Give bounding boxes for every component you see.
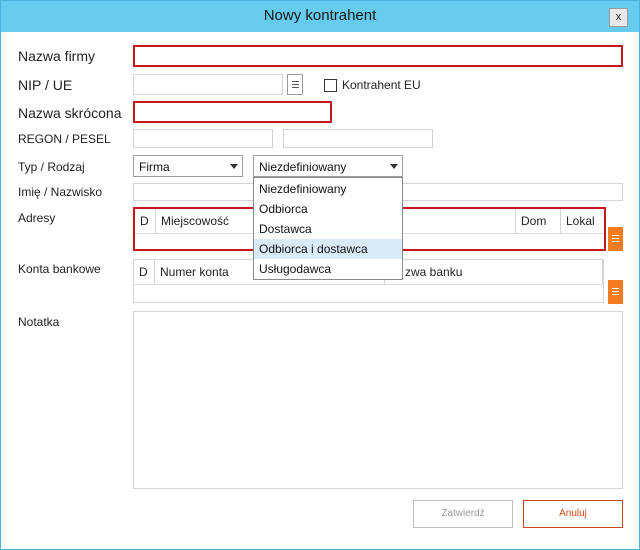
regon-label: REGON / PESEL xyxy=(18,132,111,146)
close-icon: x xyxy=(615,11,622,23)
bank-col-bank: zwa banku xyxy=(405,265,463,279)
nip-list-button[interactable] xyxy=(287,74,303,95)
addresses-list-button[interactable] xyxy=(608,227,623,251)
bank-accounts-list-button[interactable] xyxy=(608,280,623,304)
eu-contractor-checkbox[interactable] xyxy=(324,79,337,92)
chevron-down-icon xyxy=(230,164,238,169)
chevron-down-icon xyxy=(390,164,398,169)
title-bar: Nowy kontrahent x xyxy=(1,1,639,32)
kind-select[interactable]: Niezdefiniowany xyxy=(253,155,403,177)
kind-option-undefined[interactable]: Niezdefiniowany xyxy=(254,179,402,199)
nip-input[interactable] xyxy=(133,74,283,95)
type-select[interactable]: Firma xyxy=(133,155,243,177)
pesel-input[interactable] xyxy=(283,129,433,148)
window-title: Nowy kontrahent xyxy=(263,7,377,24)
addresses-col-apt: Lokal xyxy=(566,214,595,228)
kind-select-value: Niezdefiniowany xyxy=(259,160,347,174)
dialog-window: Nowy kontrahent x Nazwa firmy NIP / UE K… xyxy=(0,0,640,550)
company-name-input[interactable] xyxy=(133,45,623,67)
nip-label: NIP / UE xyxy=(18,77,73,93)
type-select-value: Firma xyxy=(139,160,170,174)
addresses-label: Adresy xyxy=(18,211,56,225)
notes-textarea[interactable] xyxy=(133,311,623,489)
kind-option-recipient-and-supplier[interactable]: Odbiorca i dostawca xyxy=(254,239,402,259)
regon-input[interactable] xyxy=(133,129,273,148)
addresses-col-house: Dom xyxy=(521,214,547,228)
cancel-button[interactable]: Anuluj xyxy=(523,500,623,528)
eu-contractor-label: Kontrahent EU xyxy=(342,78,421,92)
short-name-label: Nazwa skrócona xyxy=(18,105,122,121)
bank-col-d: D xyxy=(139,265,148,279)
confirm-button[interactable]: Zatwierdź xyxy=(413,500,513,528)
close-button[interactable]: x xyxy=(609,8,628,27)
bank-col-account: Numer konta xyxy=(160,265,229,279)
bank-accounts-label: Konta bankowe xyxy=(18,262,101,276)
kind-option-supplier[interactable]: Dostawca xyxy=(254,219,402,239)
name-label: Imię / Nazwisko xyxy=(18,185,103,199)
kind-option-recipient[interactable]: Odbiorca xyxy=(254,199,402,219)
company-name-label: Nazwa firmy xyxy=(18,48,96,64)
kind-dropdown-list[interactable]: Niezdefiniowany Odbiorca Dostawca Odbior… xyxy=(253,177,403,280)
type-label: Typ / Rodzaj xyxy=(18,160,85,174)
notes-label: Notatka xyxy=(18,315,60,329)
kind-option-service-provider[interactable]: Usługodawca xyxy=(254,259,402,279)
addresses-col-city: Miejscowość xyxy=(161,214,230,228)
short-name-input[interactable] xyxy=(133,101,332,123)
addresses-col-d: D xyxy=(140,214,149,228)
